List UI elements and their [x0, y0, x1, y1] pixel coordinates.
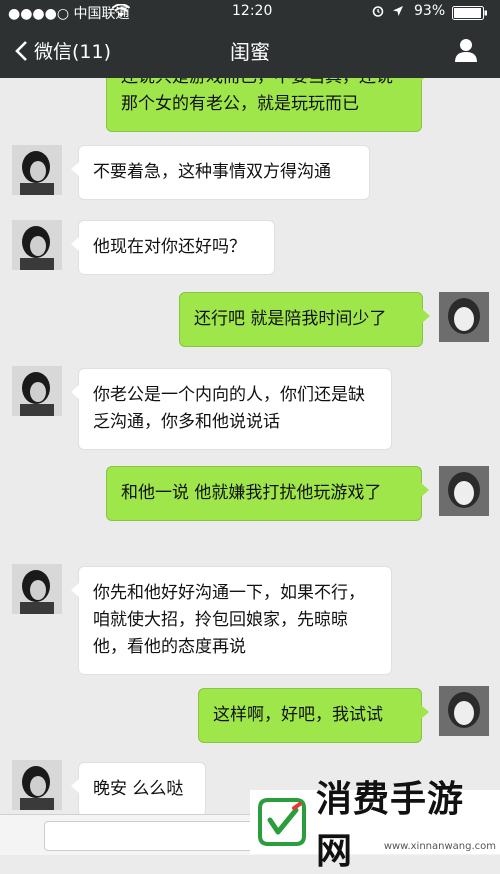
friend-avatar[interactable]: [12, 145, 62, 195]
battery-icon: [452, 6, 488, 24]
profile-button[interactable]: [452, 36, 480, 64]
status-bar: ●●●●○ 中国联通 12:20 93%: [0, 0, 500, 24]
watermark-url: www.xinnanwang.com: [383, 841, 496, 852]
chat-area[interactable]: 还说只是游戏而已，不要当真，还说那个女的有老公，就是玩玩而已 不要着急，这种事情…: [0, 78, 500, 854]
message-bubble-out[interactable]: 还说只是游戏而已，不要当真，还说那个女的有老公，就是玩玩而已: [106, 78, 429, 132]
friend-avatar[interactable]: [12, 220, 62, 270]
friend-avatar[interactable]: [12, 564, 62, 614]
message-bubble-out[interactable]: 还行吧 就是陪我时间少了: [179, 292, 430, 347]
watermark-name: 消费手游网: [316, 778, 465, 872]
my-avatar[interactable]: [439, 686, 489, 736]
chat-title: 闺蜜: [230, 40, 270, 64]
person-icon: [455, 39, 477, 62]
message-bubble-in[interactable]: 他现在对你还好吗？: [71, 220, 275, 275]
message-input[interactable]: [44, 821, 266, 851]
message-bubble-out[interactable]: 这样啊，好吧，我试试: [198, 688, 429, 743]
message-bubble-out[interactable]: 和他一说 他就嫌我打扰他玩游戏了: [106, 466, 429, 521]
clock: 12:20: [232, 3, 273, 19]
alarm-icon: [372, 5, 384, 21]
friend-avatar[interactable]: [12, 366, 62, 416]
wifi-icon: [111, 3, 131, 22]
location-arrow-icon: [392, 5, 404, 21]
my-avatar[interactable]: [439, 466, 489, 516]
nav-bar: 微信(11) 闺蜜: [0, 24, 500, 78]
message-bubble-in[interactable]: 晚安 么么哒: [71, 762, 206, 817]
message-bubble-in[interactable]: 不要着急，这种事情双方得沟通: [71, 145, 370, 200]
message-bubble-in[interactable]: 你老公是一个内向的人，你们还是缺乏沟通，你多和他说说话: [71, 368, 392, 450]
message-bubble-in[interactable]: 你先和他好好沟通一下，如果不行，咱就使大招，拎包回娘家，先晾晾他，看他的态度再说: [71, 566, 392, 675]
watermark-logo-icon: [256, 796, 308, 848]
watermark: 消费手游网 www.xinnanwang.com: [250, 778, 500, 872]
my-avatar[interactable]: [439, 292, 489, 342]
friend-avatar[interactable]: [12, 760, 62, 810]
battery-percent: 93%: [414, 3, 446, 19]
